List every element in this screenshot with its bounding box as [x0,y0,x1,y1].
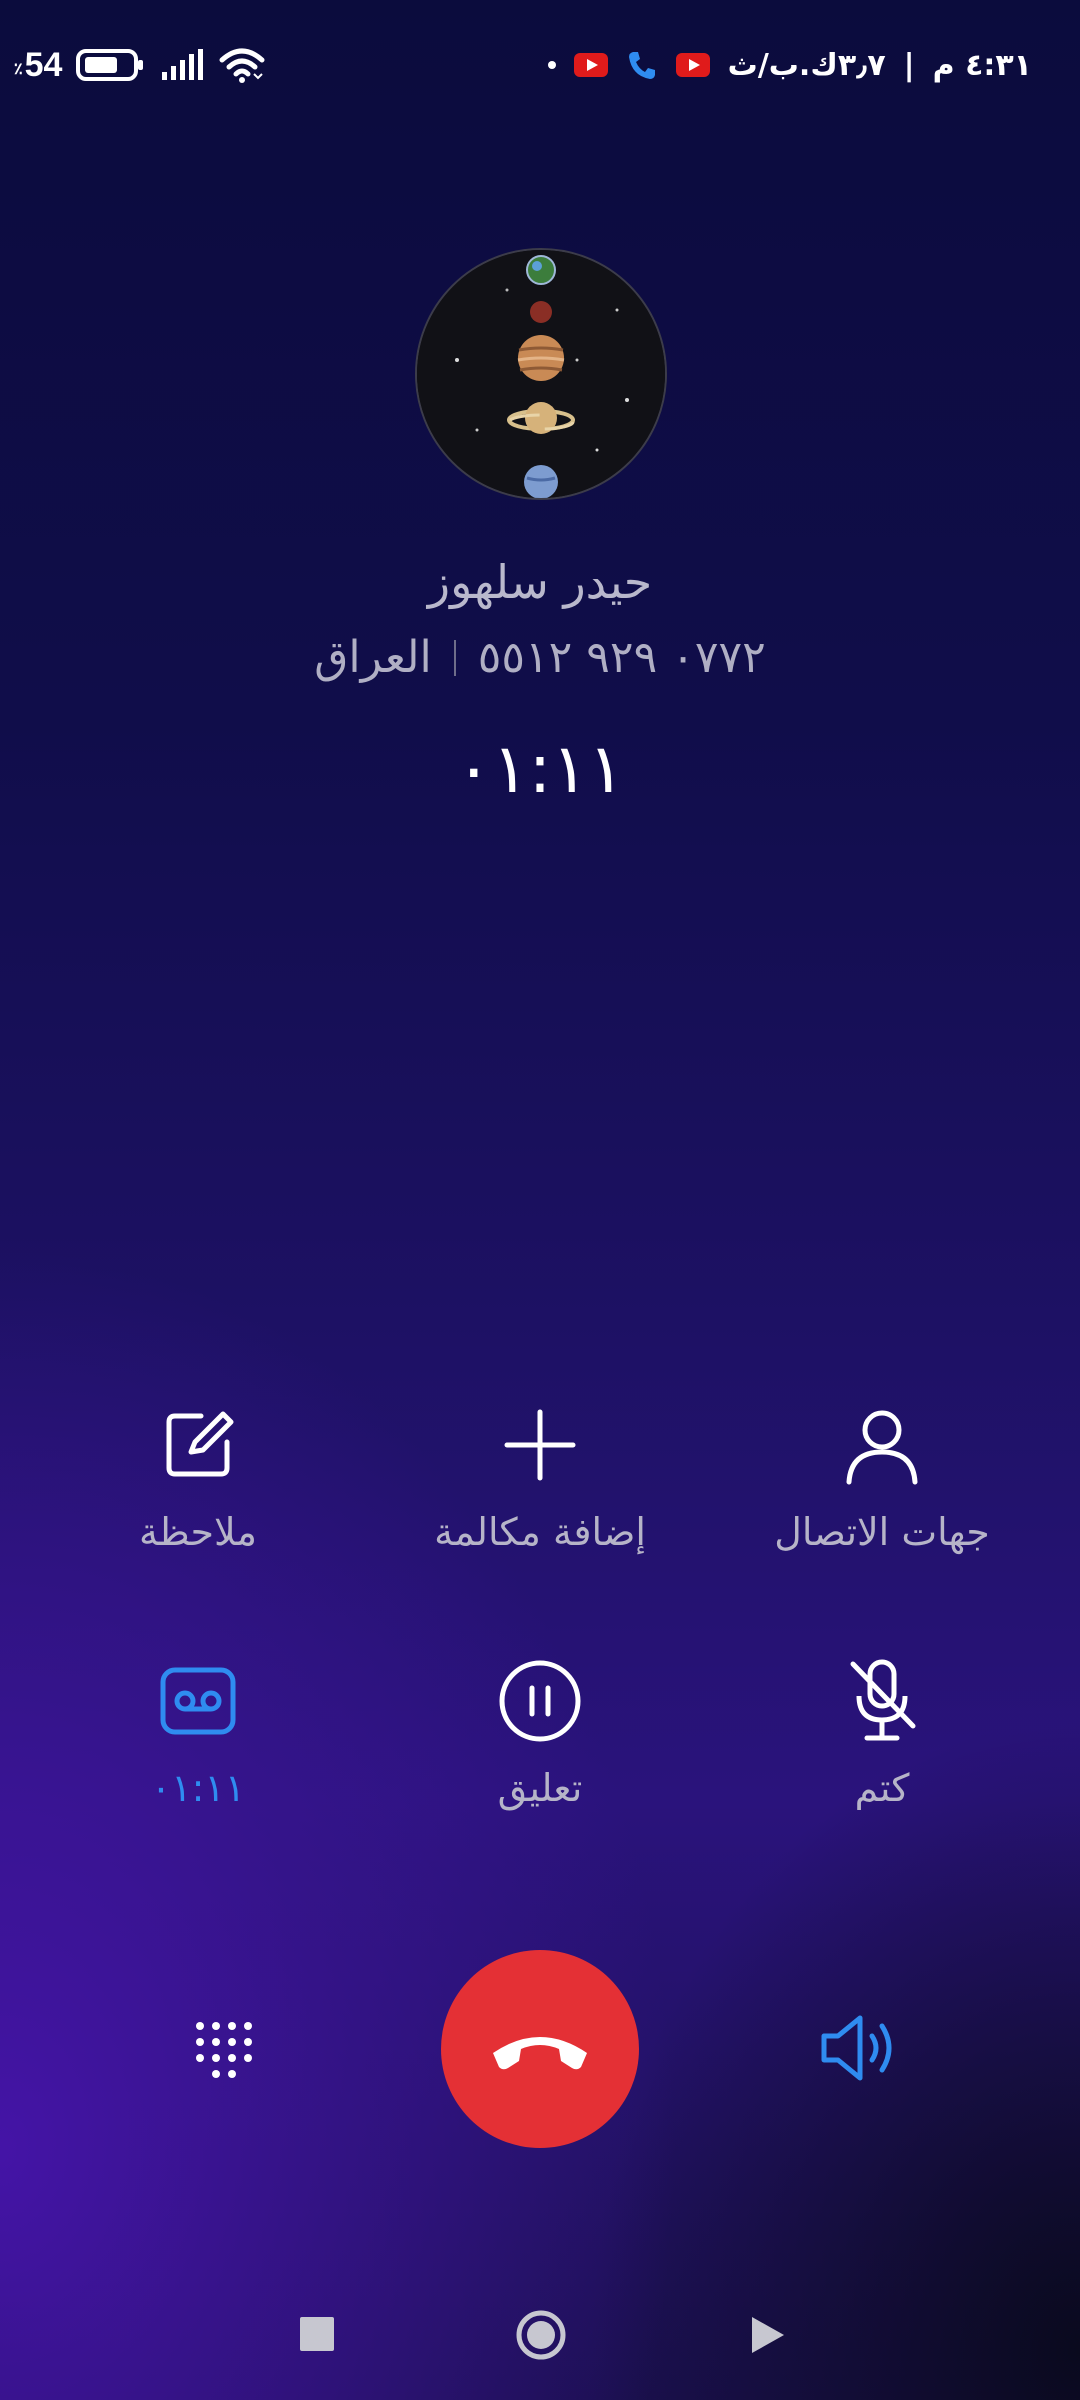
note-edit-icon [166,1411,234,1477]
contact-avatar [415,248,667,500]
notification-dot-icon [547,61,556,69]
contact-phone: ٠٧٧٢ ٩٢٩ ٥٥١٢ [477,632,766,683]
home-button[interactable] [515,2309,567,2361]
hold-label: تعليق [497,1766,583,1810]
pause-icon [499,1660,581,1742]
speaker-icon [821,2015,892,2081]
record-button[interactable]: ٠١:١١ [28,1656,368,1810]
contact-name: حيدر سلهوز [427,555,653,609]
signal-icon [162,49,204,80]
navigation-bar [0,2300,1080,2370]
voicemail-record-icon [160,1667,236,1735]
dialpad-icon [196,2022,252,2078]
battery-icon [76,49,144,81]
note-label: ملاحظة [138,1510,258,1554]
record-duration-label: ٠١:١١ [150,1766,246,1810]
end-call-button[interactable] [441,1950,639,2148]
hold-button[interactable]: تعليق [370,1656,710,1810]
youtube-icon [675,53,710,77]
microphone-muted-icon [850,1659,916,1741]
contact-country: العراق [314,632,432,683]
battery-level: 54 [24,45,63,84]
status-bar-right: ٣٫٧ك.ب/ث | ٤:٣١ م [547,40,1032,90]
speaker-button[interactable] [818,2008,904,2088]
note-button[interactable]: ملاحظة [28,1400,368,1554]
status-bar-left: ٪ 54 [14,40,266,90]
dialpad-button[interactable] [192,2020,252,2080]
phone-icon [628,52,655,79]
youtube-icon [573,53,608,77]
contact-meta: ٠٧٧٢ ٩٢٩ ٥٥١٢ العراق [0,632,1080,683]
clock: ٤:٣١ م [932,47,1032,83]
back-button[interactable] [748,2313,788,2357]
mute-label: كتم [854,1766,910,1810]
planets-image-icon [417,250,665,498]
status-separator: | [903,47,915,83]
contacts-label: جهات الاتصال [774,1510,990,1554]
percent-sign: ٪ [14,60,23,78]
status-bar: ٪ 54 ٣٫٧ك.ب/ث | ٤:٣١ م [0,0,1080,130]
call-duration: ٠١:١١ [455,730,625,809]
add-call-label: إضافة مكالمة [434,1510,646,1554]
add-call-button[interactable]: إضافة مكالمة [370,1400,710,1554]
hang-up-icon [493,2037,587,2070]
recents-button[interactable] [300,2317,334,2351]
battery-percentage: ٪ 54 [14,46,62,85]
network-speed: ٣٫٧ك.ب/ث [727,47,886,83]
person-icon [846,1410,918,1485]
plus-icon [504,1409,576,1481]
mute-button[interactable]: كتم [712,1656,1052,1810]
wifi-icon [219,48,265,83]
meta-divider [453,640,456,676]
contacts-button[interactable]: جهات الاتصال [712,1400,1052,1554]
